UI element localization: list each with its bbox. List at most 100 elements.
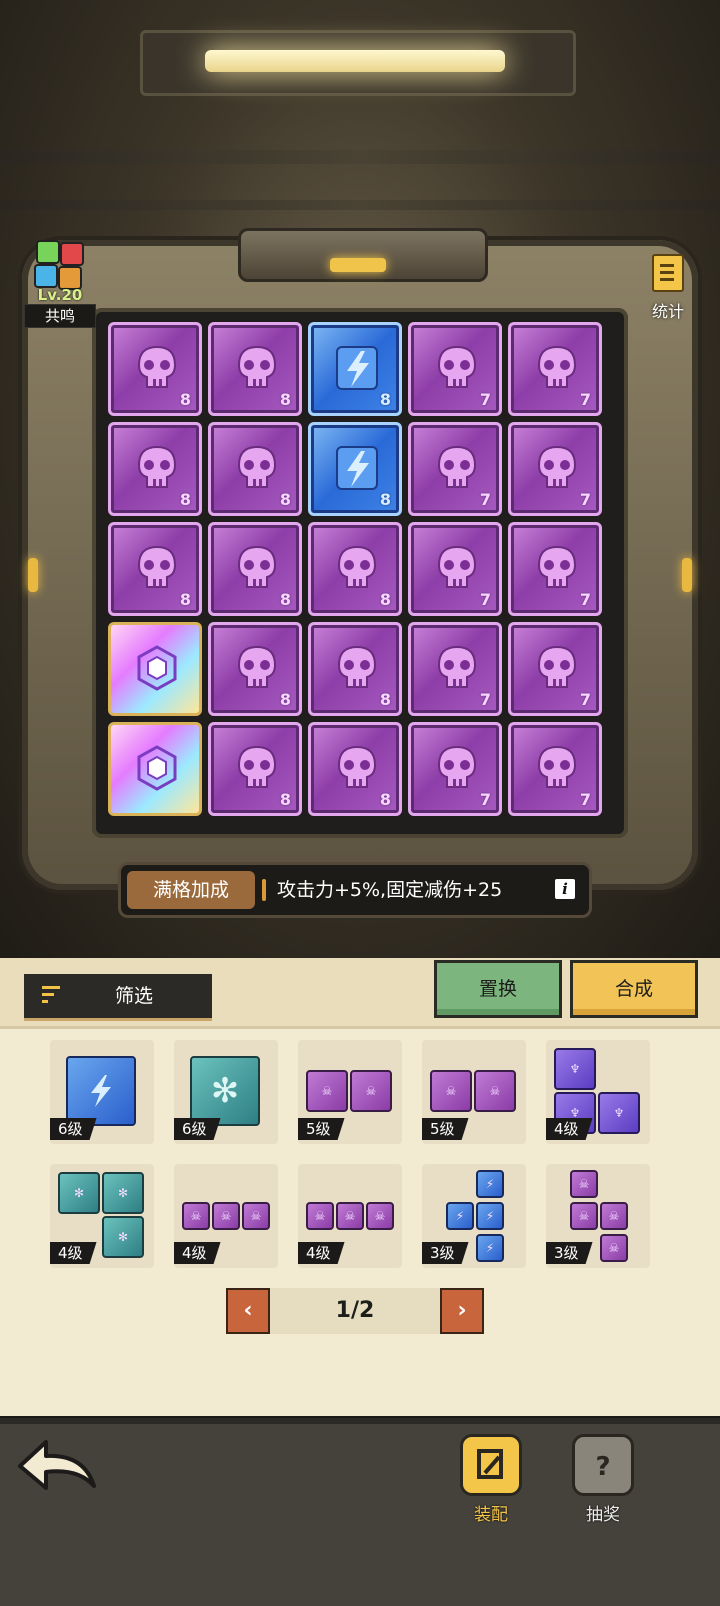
- piece-level: 6级: [174, 1118, 221, 1140]
- inventory-panel: 筛选 置换 合成 6级 ✻ 6级 ☠ ☠ 5级 ☠ ☠ 5级 ♆ ♆ ♆ 4级 ✻ ✻ ✻ 4级 ☠ ☠ ☠ 4级 ☠ ☠ ☠…: [0, 958, 720, 1416]
- info-icon[interactable]: i: [555, 879, 575, 899]
- board-cell[interactable]: 7: [408, 522, 502, 616]
- inventory-tile[interactable]: ☠ ☠ 5级: [422, 1040, 526, 1144]
- skull-icon: [537, 645, 577, 688]
- cell-level: 7: [579, 690, 591, 709]
- stats-button[interactable]: 统计: [640, 254, 696, 324]
- skull-icon: [237, 645, 277, 688]
- board-cell[interactable]: 8: [308, 422, 402, 516]
- piece-block: ⚡: [446, 1202, 474, 1230]
- board-cell[interactable]: 8: [308, 522, 402, 616]
- prev-page-button[interactable]: ‹: [226, 1288, 270, 1334]
- inventory-tile[interactable]: ♆ ♆ ♆ 4级: [546, 1040, 650, 1144]
- piece-block: ✻: [102, 1216, 144, 1258]
- board-cell[interactable]: 8: [208, 522, 302, 616]
- skull-icon: [437, 745, 477, 788]
- board-cell[interactable]: 7: [408, 722, 502, 816]
- bonus-label: 满格加成: [127, 871, 255, 909]
- board-cell[interactable]: 8: [108, 322, 202, 416]
- board-cell[interactable]: 8: [208, 422, 302, 516]
- pagination: ‹ 1/2 ›: [226, 1288, 484, 1334]
- board-cell[interactable]: 8: [308, 722, 402, 816]
- filter-button[interactable]: 筛选: [24, 974, 212, 1021]
- skull-icon: [237, 545, 277, 588]
- board-cell[interactable]: [108, 622, 202, 716]
- resonance-button[interactable]: Lv.20 共鸣: [22, 236, 96, 328]
- cell-level: 8: [379, 390, 391, 409]
- cell-level: 7: [579, 390, 591, 409]
- skull-icon: [437, 345, 477, 388]
- board-cell[interactable]: 8: [308, 322, 402, 416]
- cell-level: 8: [279, 390, 291, 409]
- board-cell[interactable]: 8: [108, 522, 202, 616]
- board-cell[interactable]: 7: [508, 622, 602, 716]
- board-cell[interactable]: 8: [108, 422, 202, 516]
- cell-level: 7: [579, 590, 591, 609]
- inventory-tile[interactable]: ☠ ☠ 5级: [298, 1040, 402, 1144]
- next-page-button[interactable]: ›: [440, 1288, 484, 1334]
- lottery-tab[interactable]: ? 抽奖: [568, 1434, 638, 1525]
- board-cell[interactable]: [108, 722, 202, 816]
- piece-block: ☠: [430, 1070, 472, 1112]
- skull-icon: [237, 345, 277, 388]
- board-cell[interactable]: 7: [508, 722, 602, 816]
- inventory-tile[interactable]: 6级: [50, 1040, 154, 1144]
- skull-icon: [337, 645, 377, 688]
- ceiling-light: [205, 50, 505, 72]
- skull-icon: [437, 545, 477, 588]
- skull-icon: [237, 745, 277, 788]
- board-cell[interactable]: 7: [508, 322, 602, 416]
- gem-icon: [34, 264, 58, 288]
- inventory-tile[interactable]: ☠ ☠ ☠ 4级: [298, 1164, 402, 1268]
- board-cell[interactable]: 8: [208, 322, 302, 416]
- skull-icon: [537, 345, 577, 388]
- cell-level: 8: [279, 590, 291, 609]
- board-cell[interactable]: 8: [208, 722, 302, 816]
- cell-level: 8: [279, 490, 291, 509]
- stats-label: 统计: [651, 302, 684, 321]
- merge-button[interactable]: 合成: [570, 960, 698, 1018]
- cell-level: 7: [479, 690, 491, 709]
- inventory-tile[interactable]: ☠ ☠ ☠ 4级: [174, 1164, 278, 1268]
- cell-level: 7: [479, 790, 491, 809]
- piece-block: ☠: [570, 1202, 598, 1230]
- skull-icon: [337, 545, 377, 588]
- piece-level: 3级: [422, 1242, 469, 1264]
- skull-icon: [137, 445, 177, 488]
- cell-level: 8: [179, 590, 191, 609]
- inventory-tile[interactable]: ☠ ☠ ☠ ☠ 3级: [546, 1164, 650, 1268]
- back-button[interactable]: [14, 1438, 100, 1500]
- inventory-tile[interactable]: ⚡ ⚡ ⚡ ⚡ 3级: [422, 1164, 526, 1268]
- piece-block: ⚡: [476, 1234, 504, 1262]
- board-cell[interactable]: 8: [308, 622, 402, 716]
- piece-level: 4级: [174, 1242, 221, 1264]
- board-cell[interactable]: 8: [208, 622, 302, 716]
- hexagon-crystal-icon: [137, 645, 177, 691]
- skull-icon: [537, 545, 577, 588]
- piece-block: ☠: [366, 1202, 394, 1230]
- skull-icon: [237, 445, 277, 488]
- board-cell[interactable]: 7: [508, 422, 602, 516]
- inventory-tile[interactable]: ✻ 6级: [174, 1040, 278, 1144]
- board-cell[interactable]: 7: [408, 422, 502, 516]
- svg-text:?: ?: [595, 1452, 610, 1482]
- piece-block: ☠: [570, 1170, 598, 1198]
- piece-block: ✻: [190, 1056, 260, 1126]
- resonance-level: Lv.20: [37, 286, 83, 304]
- skull-icon: [137, 345, 177, 388]
- equip-tab[interactable]: 装配: [456, 1434, 526, 1525]
- board-cell[interactable]: 7: [508, 522, 602, 616]
- filter-label: 筛选: [114, 985, 153, 1007]
- piece-level: 4级: [298, 1242, 345, 1264]
- piece-level: 4级: [546, 1118, 593, 1140]
- board-cell[interactable]: 7: [408, 322, 502, 416]
- equip-label: 装配: [474, 1505, 508, 1525]
- piece-block: ☠: [306, 1070, 348, 1112]
- inventory-tile[interactable]: ✻ ✻ ✻ 4级: [50, 1164, 154, 1268]
- piece-level: 6级: [50, 1118, 97, 1140]
- swap-button[interactable]: 置换: [434, 960, 562, 1018]
- lightning-icon: [336, 346, 378, 390]
- piece-level: 4级: [50, 1242, 97, 1264]
- board-cell[interactable]: 7: [408, 622, 502, 716]
- piece-level: 5级: [422, 1118, 469, 1140]
